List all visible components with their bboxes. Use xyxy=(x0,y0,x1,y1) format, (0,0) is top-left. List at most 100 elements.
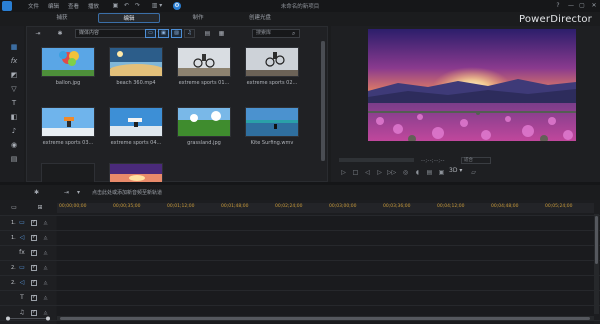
toggle-3d-button[interactable]: 3D ▾ xyxy=(449,167,462,174)
media-item[interactable]: grassland.jpg xyxy=(177,107,231,146)
display-icon[interactable]: ▣ xyxy=(437,168,446,177)
media-item[interactable]: extreme sports 02... xyxy=(245,47,299,86)
media-item[interactable]: Kite Surfing.wmv xyxy=(245,107,299,146)
media-thumbnail[interactable] xyxy=(41,47,95,77)
help-icon[interactable]: ? xyxy=(553,1,563,10)
timeline: ▭ ⊞ 00;00;00;00 00;00;35;00 00;01;12;00 00;… xyxy=(0,200,600,324)
media-caption: extreme sports 01... xyxy=(178,80,230,86)
media-thumbnail[interactable] xyxy=(177,107,231,137)
track-visibility-checkbox[interactable]: ✓ xyxy=(31,265,37,271)
plugin-icon[interactable]: ✱ xyxy=(55,29,65,38)
track-number: 2. xyxy=(11,265,16,271)
track-number: 1. xyxy=(11,220,16,226)
track-visibility-checkbox[interactable]: ✓ xyxy=(31,280,37,286)
subtitle-icon[interactable]: ▤ xyxy=(425,168,434,177)
media-item[interactable]: ballon.jpg xyxy=(41,47,95,86)
lock-icon[interactable]: ◬ xyxy=(42,219,49,227)
snapshot-icon[interactable]: ◎ xyxy=(401,168,410,177)
media-caption: ballon.jpg xyxy=(55,80,81,86)
track-row: 1. ▭ ✓ ◬ xyxy=(0,215,600,230)
search-icon[interactable]: ⌕ xyxy=(292,29,299,38)
view-audio-icon[interactable]: ♫ xyxy=(184,29,195,38)
minimize-button[interactable]: — xyxy=(566,1,576,10)
audio-mix-icon[interactable]: ♪ xyxy=(9,126,19,136)
track-row: T ✓ ◬ xyxy=(0,290,600,305)
fast-forward-icon[interactable]: ▷▷ xyxy=(387,168,396,177)
preview-screen[interactable] xyxy=(368,29,576,141)
prev-frame-icon[interactable]: ◁ xyxy=(363,168,372,177)
tab-edit[interactable]: 编辑 xyxy=(98,13,160,23)
media-item[interactable]: extreme sports 03... xyxy=(41,107,95,146)
media-item[interactable]: extreme sports 04... xyxy=(109,107,163,146)
media-caption: grassland.jpg xyxy=(187,140,221,146)
track-lane[interactable] xyxy=(57,261,594,275)
media-library: ⇥ ✱ 媒体内容▾ ▭ ▣ ▨ ♫ ▤ ▦ 搜索库 ⌕ ballon.jpg be… xyxy=(26,26,328,193)
import-icon[interactable]: ⇥ xyxy=(33,29,43,38)
play-icon[interactable]: ▷ xyxy=(339,168,348,177)
transition-icon[interactable]: ◧ xyxy=(9,112,19,122)
fullscreen-icon[interactable]: ▱ xyxy=(469,168,478,177)
stop-icon[interactable]: □ xyxy=(351,168,360,177)
timeline-vertical-scrollbar[interactable] xyxy=(594,214,599,314)
room-toolbar: ▦ fx ◩ ▽ T ◧ ♪ ◉ ▤ xyxy=(0,26,24,182)
particle-icon[interactable]: ▽ xyxy=(9,84,19,94)
video-track-icon: ▭ xyxy=(19,219,25,226)
fx-icon[interactable]: fx xyxy=(9,56,19,66)
storyboard-view-icon[interactable]: ▭ xyxy=(10,204,18,212)
add-track-icon[interactable]: ✱ xyxy=(32,188,41,197)
media-thumbnail[interactable] xyxy=(245,47,299,77)
tab-create-disc[interactable]: 创建光盘 xyxy=(238,13,282,23)
media-thumbnail[interactable] xyxy=(109,107,163,137)
timeline-zoom-slider[interactable] xyxy=(4,316,52,321)
preview-scrubber[interactable] xyxy=(339,158,414,162)
view-all-icon[interactable]: ▭ xyxy=(145,29,156,38)
media-thumbnail[interactable] xyxy=(41,107,95,137)
tab-produce[interactable]: 制作 xyxy=(178,13,218,23)
timeline-vertical-scrollbar-thumb[interactable] xyxy=(595,216,598,264)
lock-icon[interactable]: ◬ xyxy=(42,264,49,272)
library-scrollbar-thumb[interactable] xyxy=(321,41,325,161)
preview-zoom-select[interactable]: 适合 xyxy=(461,157,491,164)
library-scrollbar[interactable] xyxy=(321,41,325,161)
timeline-horizontal-scrollbar-thumb[interactable] xyxy=(60,317,590,320)
chapter-icon[interactable]: ▤ xyxy=(9,154,19,164)
track-visibility-checkbox[interactable]: ✓ xyxy=(31,235,37,241)
track-visibility-checkbox[interactable]: ✓ xyxy=(31,295,37,301)
split-icon[interactable]: ⇥ xyxy=(62,188,71,197)
lock-icon[interactable]: ◬ xyxy=(42,294,49,302)
track-lane[interactable] xyxy=(57,246,594,260)
lock-icon[interactable]: ◬ xyxy=(42,234,49,242)
lock-icon[interactable]: ◬ xyxy=(42,279,49,287)
track-visibility-checkbox[interactable]: ✓ xyxy=(31,250,37,256)
track-visibility-checkbox[interactable]: ✓ xyxy=(31,220,37,226)
list-view-icon[interactable]: ▤ xyxy=(203,29,212,38)
media-room-icon[interactable]: ▦ xyxy=(9,42,19,52)
time-ruler[interactable]: 00;00;00;00 00;00;35;00 00;01;12;00 00;01;4… xyxy=(57,203,594,213)
view-image-icon[interactable]: ▨ xyxy=(171,29,182,38)
voiceover-icon[interactable]: ◉ xyxy=(9,140,19,150)
close-button[interactable]: ✕ xyxy=(589,1,599,10)
media-thumbnail[interactable] xyxy=(177,47,231,77)
track-manager-icon[interactable]: ⊞ xyxy=(33,204,47,212)
timeline-horizontal-scrollbar[interactable] xyxy=(57,316,594,321)
track-lane[interactable] xyxy=(57,231,594,245)
next-frame-icon[interactable]: ▷ xyxy=(375,168,384,177)
volume-icon[interactable]: ◖ xyxy=(413,168,422,177)
pip-icon[interactable]: ◩ xyxy=(9,70,19,80)
trim-icon[interactable]: ▾ xyxy=(74,188,83,197)
media-item[interactable]: beach 360.mp4 xyxy=(109,47,163,86)
preview-image xyxy=(368,29,576,141)
title-bar: 文件 编辑 查看 播放 ▣ ↶ ↷ ▥ ▾ ⚙ 未命名的新项目 ? — ▢ ✕ xyxy=(0,0,600,12)
sort-icon[interactable]: ▦ xyxy=(217,29,226,38)
maximize-button[interactable]: ▢ xyxy=(577,1,587,10)
lock-icon[interactable]: ◬ xyxy=(42,249,49,257)
track-lane[interactable] xyxy=(57,291,594,305)
media-item[interactable]: extreme sports 01... xyxy=(177,47,231,86)
media-thumbnail[interactable] xyxy=(109,47,163,77)
title-icon[interactable]: T xyxy=(9,98,19,108)
track-lane[interactable] xyxy=(57,276,594,290)
view-video-icon[interactable]: ▣ xyxy=(158,29,169,38)
tab-capture[interactable]: 捕获 xyxy=(42,13,82,23)
media-thumbnail[interactable] xyxy=(245,107,299,137)
track-lane[interactable] xyxy=(57,216,594,230)
